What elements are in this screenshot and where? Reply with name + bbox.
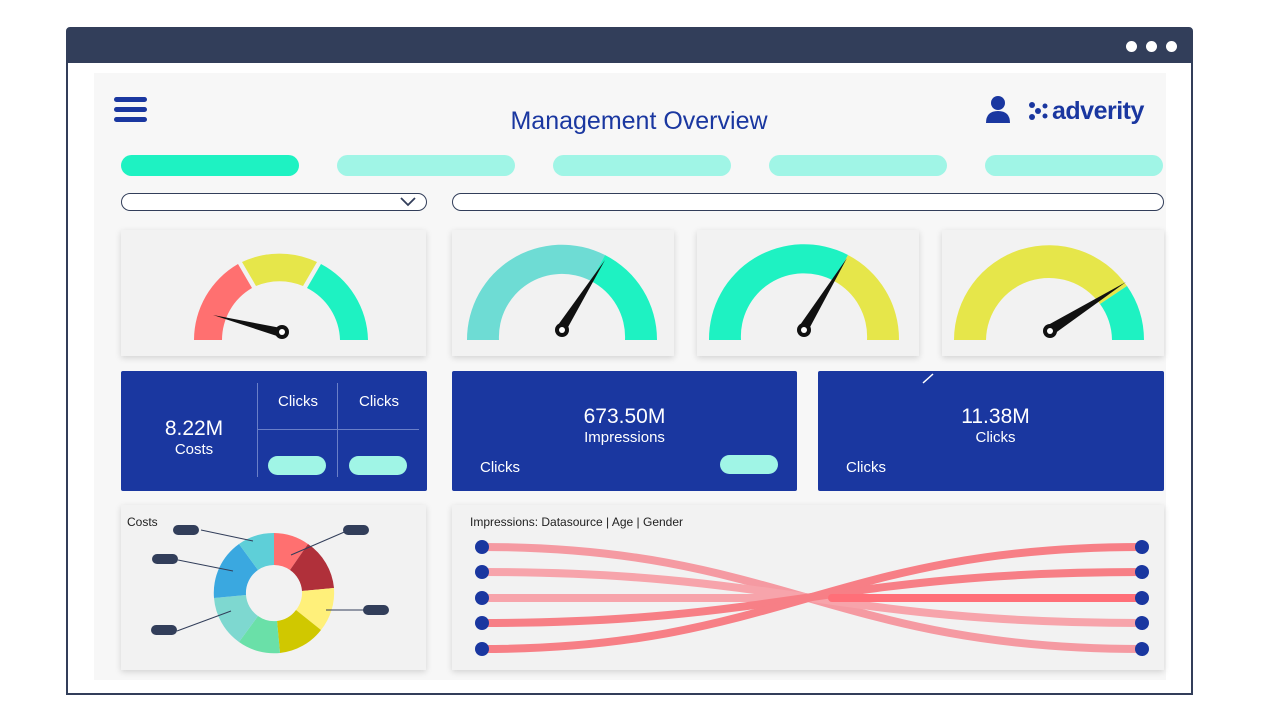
browser-window: Management Overview adverity 8.22M Costs… [66, 27, 1193, 695]
kpi-card-costs[interactable]: 8.22M Costs Clicks Clicks [121, 371, 427, 491]
sankey-card: Impressions: Datasource | Age | Gender [452, 505, 1164, 670]
kpi-card-impressions[interactable]: 673.50M Impressions Clicks [452, 371, 797, 491]
sankey-node[interactable] [1135, 616, 1149, 630]
value-pill [349, 456, 407, 475]
sankey-node[interactable] [475, 565, 489, 579]
kpi-value: 673.50M [583, 405, 666, 428]
tick-mark-icon [922, 373, 934, 384]
sankey-node[interactable] [1135, 540, 1149, 554]
brand-name: adverity [1052, 97, 1144, 125]
sankey-node[interactable] [475, 642, 489, 656]
tab-3[interactable] [553, 155, 731, 176]
kpi-footer: Clicks [846, 459, 886, 476]
value-pill [268, 456, 326, 475]
donut-card: Costs [121, 505, 426, 670]
legend-pill [151, 625, 177, 635]
column-header: Clicks [278, 393, 318, 410]
gauge-card [452, 230, 674, 356]
filter-dropdown[interactable] [121, 193, 427, 211]
window-dot-icon[interactable] [1146, 41, 1157, 52]
legend-pill [152, 554, 178, 564]
gauge-chart [954, 245, 1144, 340]
divider [257, 429, 419, 430]
divider [337, 383, 338, 477]
sankey-node[interactable] [1135, 642, 1149, 656]
value-pill [720, 455, 778, 474]
gauge-chart [194, 253, 368, 340]
kpi-label: Clicks [975, 429, 1016, 446]
sankey-node[interactable] [475, 540, 489, 554]
legend-pill [173, 525, 199, 535]
kpi-label: Impressions [584, 429, 665, 446]
sankey-node[interactable] [475, 591, 489, 605]
window-dot-icon[interactable] [1166, 41, 1177, 52]
legend-pill [343, 525, 369, 535]
adverity-logo-icon [1029, 102, 1048, 120]
legend-pill [363, 605, 389, 615]
donut-chart [176, 529, 369, 654]
user-icon[interactable] [984, 95, 1012, 125]
tab-4[interactable] [769, 155, 947, 176]
tab-1[interactable] [121, 155, 299, 176]
kpi-label: Costs [174, 441, 214, 458]
kpi-footer: Clicks [480, 459, 520, 476]
gauge-card [942, 230, 1164, 356]
gauge-chart [708, 244, 900, 340]
tab-2[interactable] [337, 155, 515, 176]
gauge-card [697, 230, 919, 356]
kpi-value: 11.38M [961, 405, 1030, 428]
chevron-down-icon [400, 197, 416, 207]
sankey-node[interactable] [475, 616, 489, 630]
page-title: Management Overview [510, 107, 768, 135]
search-input[interactable] [452, 193, 1164, 211]
window-dot-icon[interactable] [1126, 41, 1137, 52]
gauge-card [121, 230, 426, 356]
kpi-value: 8.22M [164, 417, 224, 440]
kpi-card-clicks[interactable]: 11.38M Clicks Clicks [818, 371, 1164, 491]
sankey-chart [475, 540, 1149, 656]
sankey-node[interactable] [1135, 565, 1149, 579]
dashboard-canvas: Management Overview adverity 8.22M Costs… [94, 73, 1166, 680]
hamburger-icon[interactable] [114, 97, 147, 125]
divider [257, 383, 258, 477]
window-titlebar [68, 29, 1191, 63]
sankey-node[interactable] [1135, 591, 1149, 605]
tab-5[interactable] [985, 155, 1163, 176]
gauge-chart [466, 244, 658, 340]
column-header: Clicks [359, 393, 399, 410]
